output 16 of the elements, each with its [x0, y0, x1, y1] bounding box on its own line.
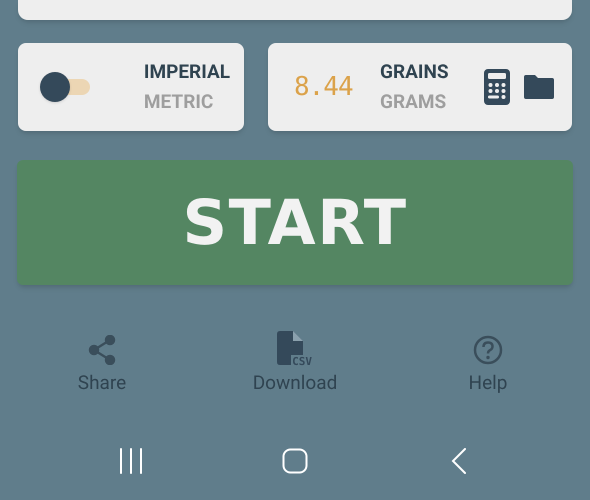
help-icon	[473, 335, 503, 365]
action-button[interactable]: Share	[37, 329, 167, 395]
unit-option[interactable]: GRAMS	[380, 89, 449, 115]
calculator-icon[interactable]	[484, 69, 510, 105]
home-icon[interactable]	[282, 448, 308, 474]
unit-option[interactable]: GRAINS	[380, 59, 449, 85]
weight-reading: 8.44	[294, 70, 354, 104]
folder-icon[interactable]	[524, 75, 554, 99]
share-icon	[88, 335, 116, 365]
start-button[interactable]: START	[17, 160, 573, 285]
toggle-switch[interactable]	[40, 70, 92, 104]
recent-apps-icon[interactable]	[119, 448, 143, 474]
unit-option[interactable]: IMPERIAL	[144, 59, 230, 85]
action-button[interactable]: Help	[423, 329, 553, 395]
unit-option[interactable]: METRIC	[144, 89, 230, 115]
back-icon[interactable]	[451, 448, 467, 474]
